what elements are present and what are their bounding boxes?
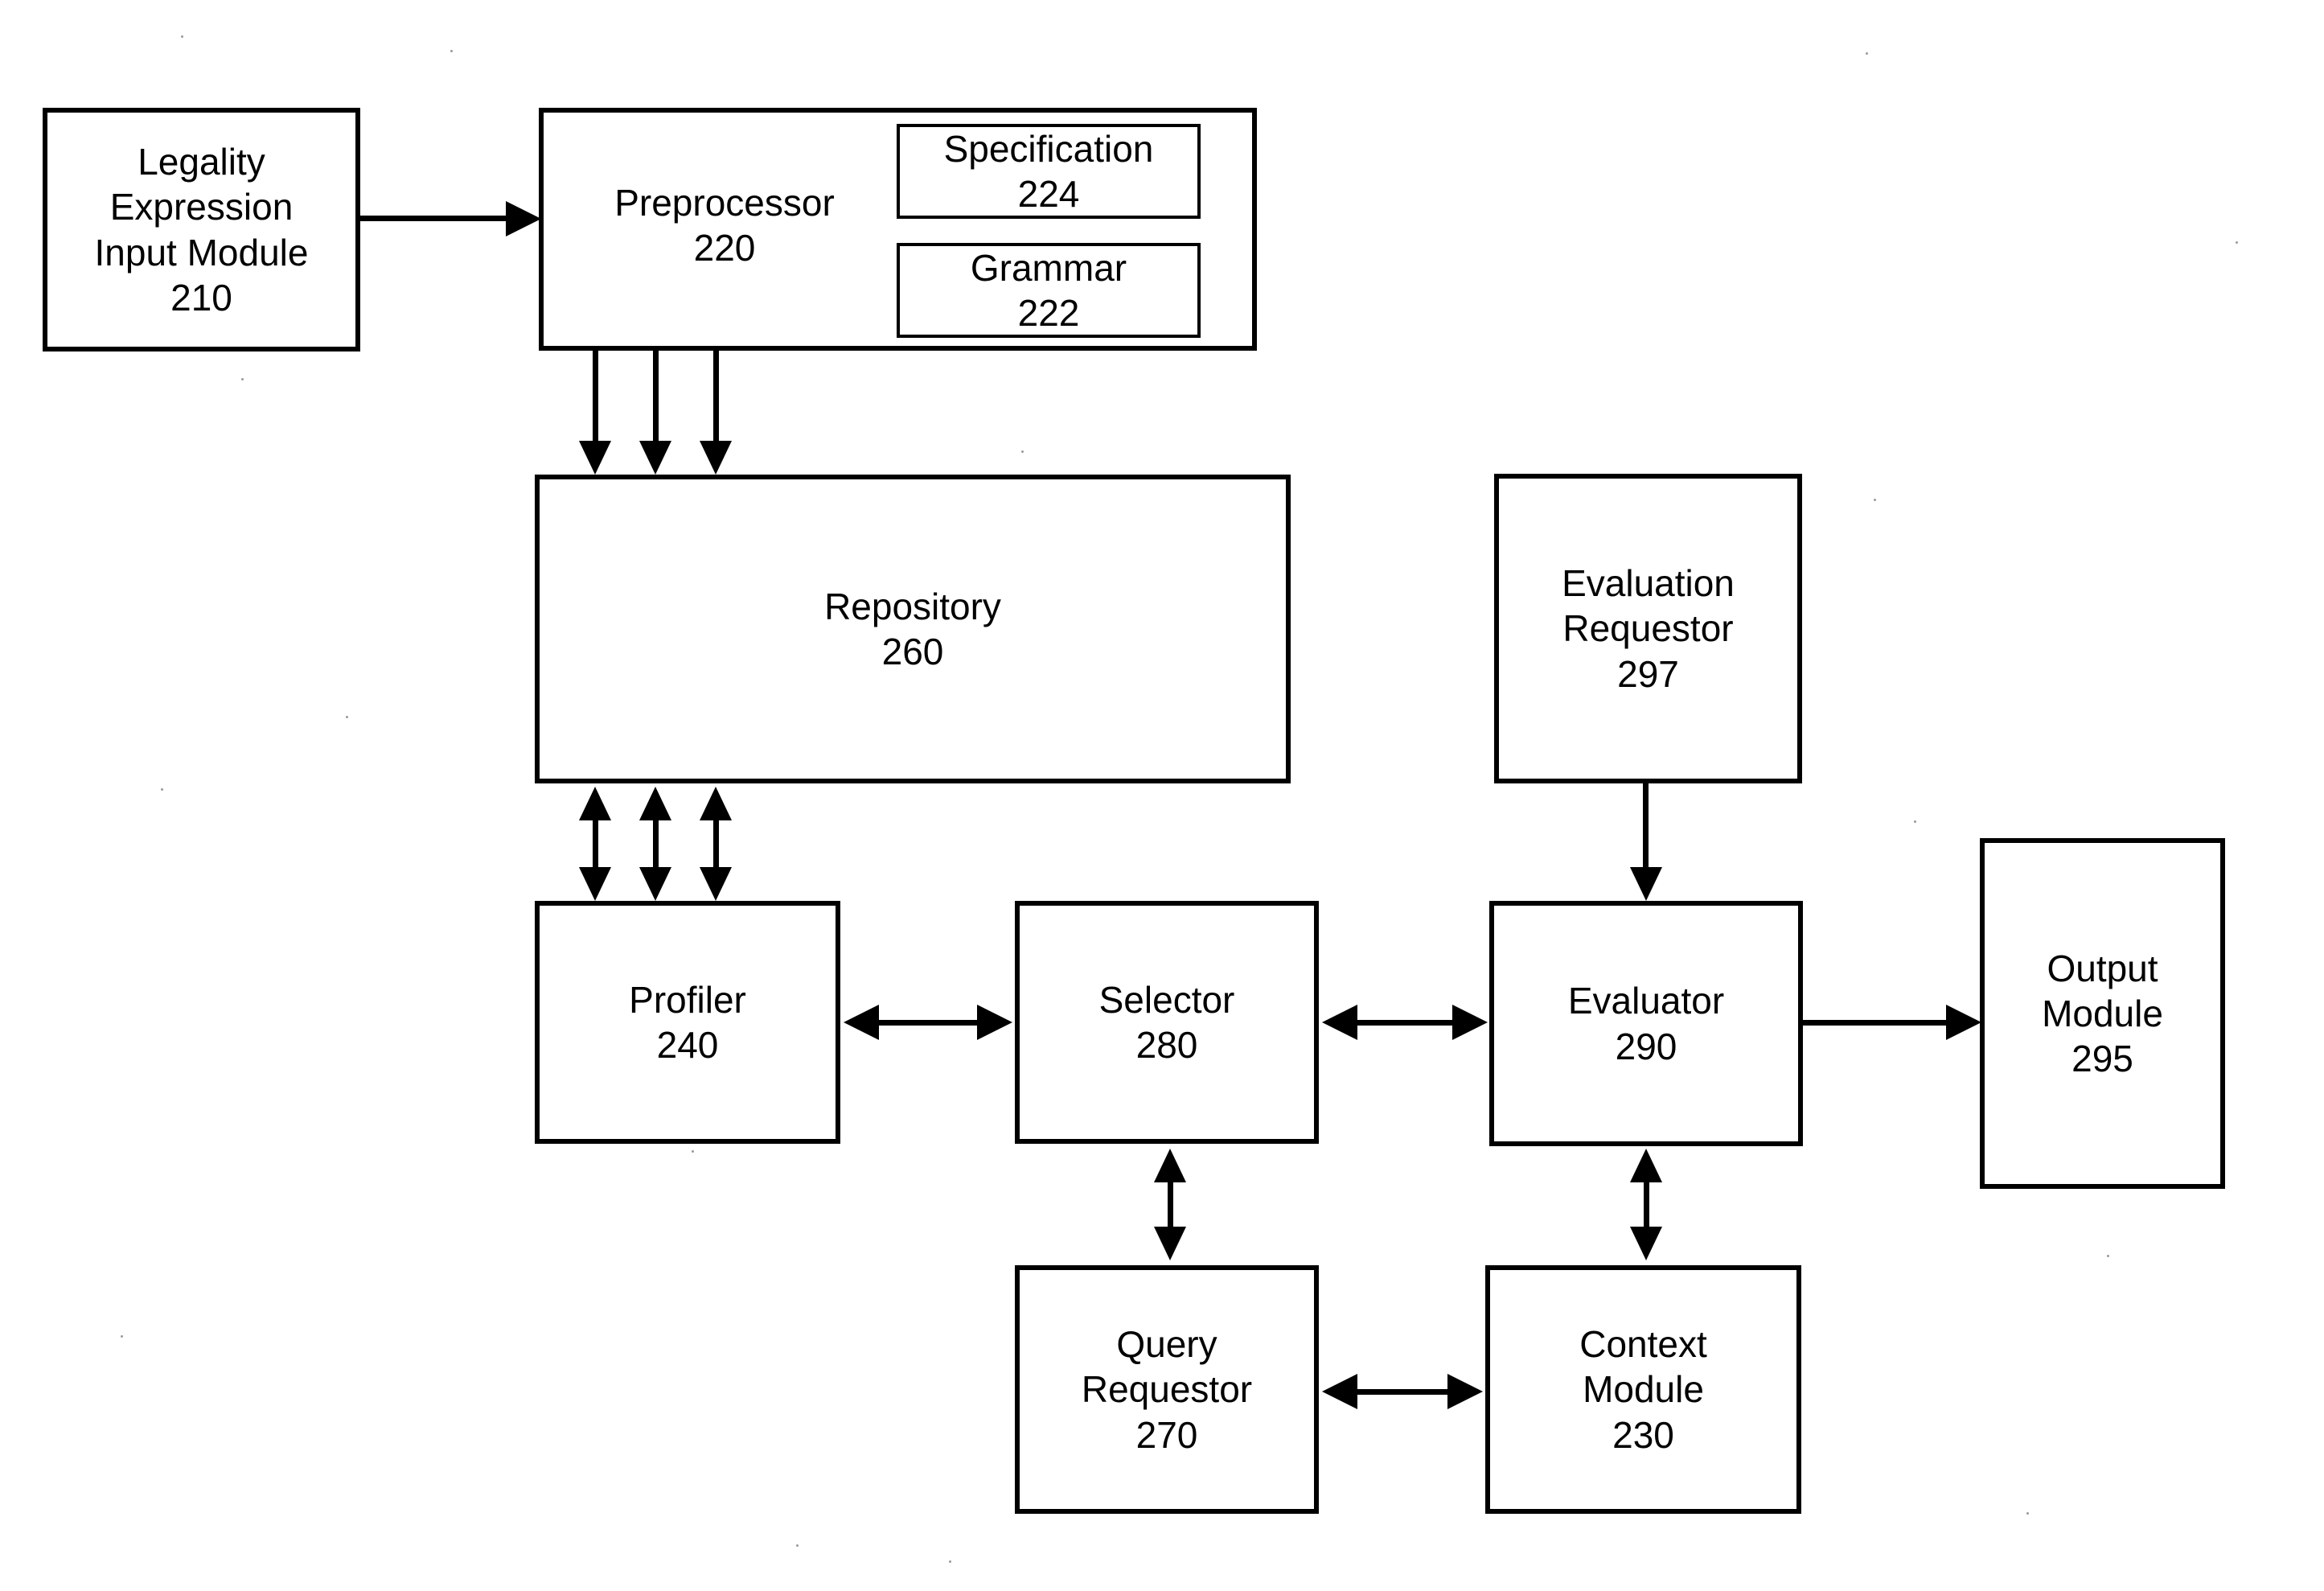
- scan-speck: [241, 378, 244, 380]
- node-label: Repository: [824, 585, 1001, 627]
- node-output-module: Output Module 295: [1980, 838, 2225, 1189]
- edge-220-to-260-arrowhead-1: [579, 441, 611, 475]
- scan-speck: [1874, 499, 1876, 501]
- scan-speck: [1021, 450, 1024, 453]
- scan-speck: [346, 716, 348, 718]
- node-grammar: Grammar 222: [897, 243, 1201, 338]
- node-label: Selector: [1098, 978, 1235, 1021]
- edge-280-270-arrowhead-down: [1154, 1227, 1186, 1260]
- node-evaluator: Evaluator 290: [1489, 901, 1803, 1146]
- node-number: 240: [656, 1024, 719, 1066]
- node-profiler: Profiler 240: [535, 901, 840, 1144]
- node-number: 270: [1135, 1413, 1198, 1456]
- scan-speck: [181, 35, 183, 38]
- edge-297-to-290-arrowhead: [1630, 867, 1662, 901]
- edge-290-230-arrowhead-down: [1630, 1227, 1662, 1260]
- edge-260-240-arrowhead-up-3: [700, 787, 732, 820]
- edge-280-290-line: [1356, 1020, 1456, 1026]
- edge-240-280-arrowhead-left: [844, 1005, 879, 1040]
- node-query-requestor: Query Requestor 270: [1015, 1265, 1319, 1514]
- edge-260-240-line-3: [713, 817, 719, 872]
- scan-speck: [1914, 820, 1916, 823]
- edge-220-to-260-arrowhead-3: [700, 441, 732, 475]
- edge-297-to-290-line: [1643, 783, 1649, 872]
- node-number: 260: [881, 631, 944, 672]
- node-number: 295: [2071, 1038, 2133, 1080]
- edge-270-230-arrowhead-left: [1322, 1374, 1357, 1409]
- edge-210-to-220-line: [360, 216, 509, 221]
- node-label: Grammar: [970, 246, 1127, 289]
- node-label: Preprocessor: [614, 182, 835, 224]
- node-number: 224: [1017, 173, 1080, 215]
- edge-220-to-260-line-3: [713, 351, 719, 446]
- scan-speck: [161, 788, 163, 791]
- scan-speck: [692, 1150, 694, 1153]
- node-selector: Selector 280: [1015, 901, 1319, 1144]
- node-number: 230: [1612, 1413, 1674, 1456]
- node-label: Specification: [943, 127, 1154, 170]
- edge-260-240-line-2: [653, 817, 659, 872]
- node-number: 280: [1135, 1024, 1198, 1066]
- edge-260-240-arrowhead-down-3: [700, 867, 732, 901]
- node-specification: Specification 224: [897, 124, 1201, 219]
- edge-290-to-295-arrowhead: [1946, 1005, 1981, 1040]
- node-context-module: Context Module 230: [1485, 1265, 1801, 1514]
- node-label: Evaluator: [1567, 980, 1725, 1022]
- edge-290-to-295-line: [1803, 1020, 1949, 1026]
- node-legality-expression-input-module: Legality Expression Input Module 210: [43, 108, 360, 352]
- node-number: 222: [1017, 292, 1080, 334]
- scan-speck: [1866, 52, 1868, 55]
- edge-280-290-arrowhead-left: [1322, 1005, 1357, 1040]
- edge-260-240-line-1: [593, 817, 598, 872]
- node-number: 297: [1617, 652, 1679, 695]
- edge-220-to-260-line-2: [653, 351, 659, 446]
- edge-280-270-arrowhead-up: [1154, 1149, 1186, 1182]
- node-preprocessor: Preprocessor 220 Specification 224 Gramm…: [539, 108, 1257, 351]
- node-label: Evaluation Requestor: [1562, 562, 1735, 650]
- node-number: 220: [693, 227, 756, 269]
- node-number: 290: [1615, 1025, 1677, 1067]
- scan-speck: [2107, 1255, 2109, 1257]
- edge-220-to-260-line-1: [593, 351, 598, 446]
- node-label: Legality Expression Input Module: [94, 141, 309, 273]
- edge-210-to-220-arrowhead: [506, 201, 541, 236]
- scan-speck: [949, 1560, 951, 1563]
- edge-260-240-arrowhead-up-2: [639, 787, 671, 820]
- node-label: Profiler: [629, 978, 746, 1021]
- edge-260-240-arrowhead-up-1: [579, 787, 611, 820]
- node-label: Context Module: [1579, 1323, 1707, 1411]
- edge-260-240-arrowhead-down-1: [579, 867, 611, 901]
- node-number: 210: [170, 276, 232, 319]
- scan-speck: [2236, 241, 2238, 244]
- edge-290-230-arrowhead-up: [1630, 1149, 1662, 1182]
- edge-270-230-arrowhead-right: [1447, 1374, 1483, 1409]
- scan-speck: [796, 1544, 799, 1547]
- edge-240-280-arrowhead-right: [977, 1005, 1012, 1040]
- node-repository: Repository 260: [535, 475, 1291, 783]
- scan-speck: [121, 1335, 123, 1338]
- edge-270-230-line: [1356, 1389, 1451, 1395]
- edge-280-270-line: [1168, 1179, 1173, 1229]
- node-label: Query Requestor: [1081, 1323, 1253, 1411]
- edge-240-280-line: [877, 1020, 980, 1026]
- preprocessor-text-group: Preprocessor 220: [576, 180, 873, 270]
- edge-260-240-arrowhead-down-2: [639, 867, 671, 901]
- edge-280-290-arrowhead-right: [1452, 1005, 1488, 1040]
- edge-290-230-line: [1644, 1179, 1649, 1229]
- node-label: Output Module: [2042, 947, 2163, 1034]
- edge-220-to-260-arrowhead-2: [639, 441, 671, 475]
- figure-canvas: Legality Expression Input Module 210 Pre…: [0, 0, 2324, 1591]
- scan-speck: [2026, 1512, 2029, 1515]
- node-evaluation-requestor: Evaluation Requestor 297: [1494, 474, 1802, 783]
- scan-speck: [450, 50, 453, 52]
